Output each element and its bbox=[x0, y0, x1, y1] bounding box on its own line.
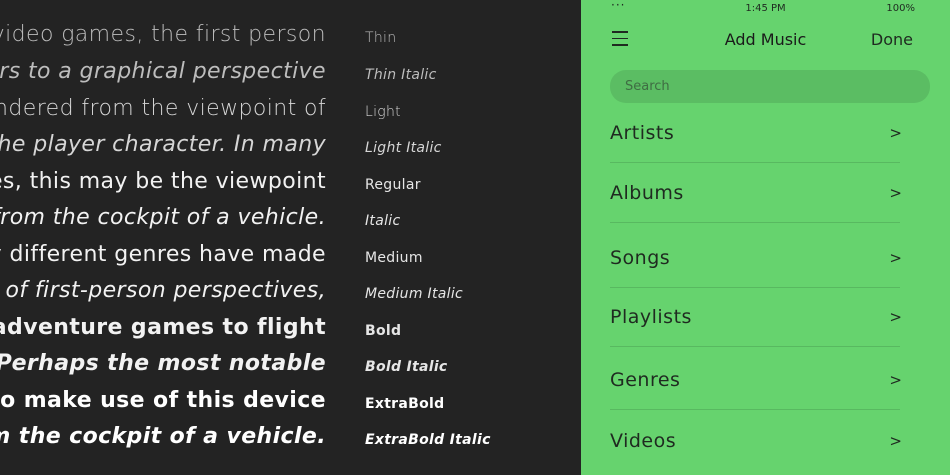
list-item-label: Albums bbox=[610, 182, 684, 204]
list-item-label: Genres bbox=[610, 369, 681, 391]
weight-name-thin-italic: Thin Italic bbox=[365, 67, 437, 83]
done-button[interactable]: Done bbox=[871, 30, 913, 49]
list-item-artists[interactable]: Artists > bbox=[610, 104, 902, 163]
weight-name-extrabold: ExtraBold bbox=[365, 396, 445, 412]
list-item-label: Playlists bbox=[610, 306, 692, 328]
list-item-label: Artists bbox=[610, 122, 675, 144]
weight-name-medium-italic: Medium Italic bbox=[365, 286, 464, 302]
weight-name-bold: Bold bbox=[365, 323, 402, 339]
list-item-playlists[interactable]: Playlists > bbox=[610, 288, 902, 347]
chevron-right-icon: > bbox=[889, 124, 902, 142]
sample-line-thin: video games, the first person bbox=[0, 22, 326, 47]
sample-line-extrabold: re to make use of this device bbox=[0, 388, 326, 413]
weight-name-extrabold-italic: ExtraBold Italic bbox=[365, 432, 491, 448]
list-item-label: Songs bbox=[610, 247, 671, 269]
search-input[interactable] bbox=[610, 70, 930, 103]
weight-name-regular: Regular bbox=[365, 177, 421, 193]
chevron-right-icon: > bbox=[889, 432, 902, 450]
list-item-genres[interactable]: Genres > bbox=[610, 347, 902, 410]
list-item-songs[interactable]: Songs > bbox=[610, 223, 902, 288]
sample-line-italic: from the cockpit of a vehicle. bbox=[0, 205, 326, 230]
font-specimen-panel: video games, the first person ers to a g… bbox=[0, 0, 581, 475]
sample-line-medium-italic: e of first-person perspectives, bbox=[0, 278, 326, 303]
list-item-albums[interactable]: Albums > bbox=[610, 163, 902, 223]
weight-name-light-italic: Light Italic bbox=[365, 140, 442, 156]
weight-name-thin: Thin bbox=[365, 30, 397, 46]
sample-line-light-italic: the player character. In many bbox=[0, 132, 326, 157]
list-item-label: Videos bbox=[610, 430, 677, 452]
weight-name-bold-italic: Bold Italic bbox=[365, 359, 448, 375]
weight-name-italic: Italic bbox=[365, 213, 401, 229]
phone-screen: ··· 1:45 PM 100% Add Music Done Artists … bbox=[581, 0, 950, 475]
battery-level: 100% bbox=[886, 3, 915, 14]
chevron-right-icon: > bbox=[889, 308, 902, 326]
weight-name-medium: Medium bbox=[365, 250, 423, 266]
sample-line-bold-italic: rs. Perhaps the most notable bbox=[0, 351, 326, 376]
sample-line-regular: es, this may be the viewpoint bbox=[0, 169, 326, 194]
sample-line-medium: y different genres have made bbox=[0, 242, 326, 267]
sample-line-bold: om adventure games to flight bbox=[0, 315, 326, 340]
weight-name-light: Light bbox=[365, 104, 401, 120]
chevron-right-icon: > bbox=[889, 371, 902, 389]
chevron-right-icon: > bbox=[889, 249, 902, 267]
chevron-right-icon: > bbox=[889, 184, 902, 202]
sample-line-light: endered from the viewpoint of bbox=[0, 96, 326, 121]
list-item-videos[interactable]: Videos > bbox=[610, 410, 902, 470]
sample-line-extrabold-italic: from the cockpit of a vehicle. bbox=[0, 424, 326, 449]
sample-line-thin-italic: ers to a graphical perspective bbox=[0, 59, 326, 84]
